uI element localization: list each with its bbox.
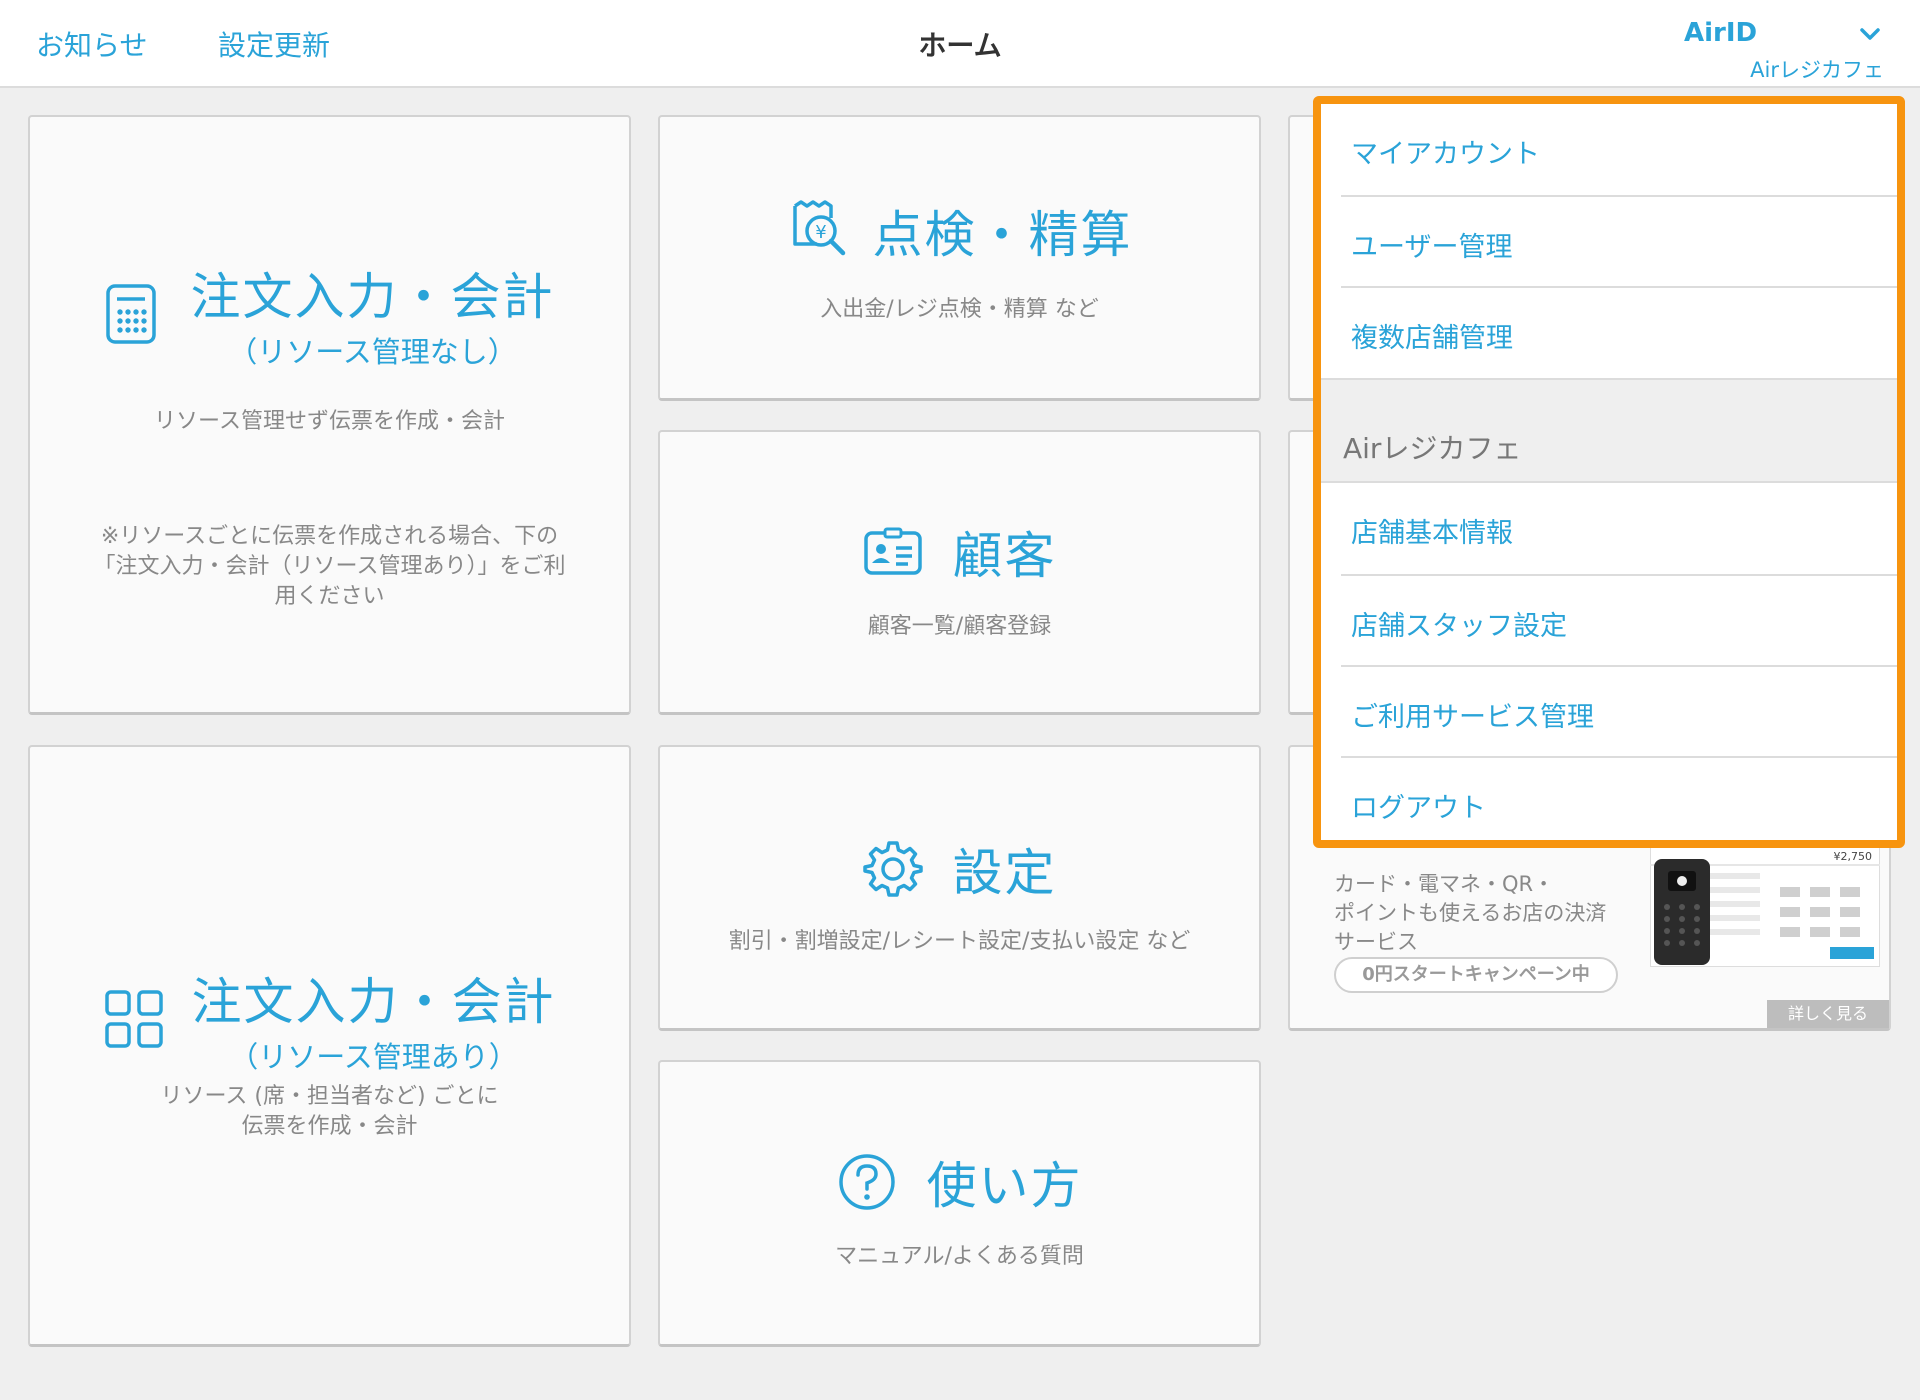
menu-item-label: 複数店舗管理	[1351, 323, 1513, 354]
menu-item-label: 店舗基本情報	[1351, 518, 1513, 549]
grid-icon	[104, 990, 163, 1048]
menu-item-label: ログアウト	[1351, 793, 1486, 824]
menu-item-label: ユーザー管理	[1351, 232, 1513, 263]
order-entry-no-resource-tile[interactable]: 注文入力・会計 （リソース管理なし） リソース管理せず伝票を作成・会計 ※リソー…	[28, 115, 631, 715]
how-to-use-tile[interactable]: 使い方 マニュアル/よくある質問	[658, 1060, 1261, 1347]
tile-description-line-2: 伝票を作成・会計	[241, 1114, 418, 1139]
airid-account-button[interactable]: AirID	[1684, 18, 1757, 48]
menu-divider	[1321, 378, 1897, 380]
menu-item-user-management[interactable]: ユーザー管理	[1321, 197, 1897, 288]
tile-description: リソース管理せず伝票を作成・会計	[154, 409, 505, 434]
menu-item-logout[interactable]: ログアウト	[1321, 758, 1897, 849]
calculator-icon	[105, 284, 156, 344]
campaign-badge[interactable]: 0円スタートキャンペーン中	[1334, 957, 1618, 993]
tile-description: 割引・割増設定/レシート設定/支払い設定 など	[728, 929, 1191, 954]
ad-price-label: ¥2,750	[1834, 850, 1873, 863]
menu-item-my-account[interactable]: マイアカウント	[1321, 104, 1897, 195]
tile-note-line-2: 「注文入力・会計（リソース管理あり）」をご利	[93, 554, 566, 579]
tile-note-line-1: ※リソースごとに伝票を作成される場合、下の	[100, 524, 559, 549]
receipt-search-icon: ¥	[792, 200, 845, 256]
gear-icon	[862, 841, 923, 897]
menu-item-label: ご利用サービス管理	[1351, 702, 1594, 733]
customer-card-icon	[863, 527, 922, 575]
menu-item-staff-settings[interactable]: 店舗スタッフ設定	[1321, 576, 1897, 667]
menu-item-label: 店舗スタッフ設定	[1351, 611, 1567, 642]
ad-more-button[interactable]: 詳しく見る	[1767, 1000, 1889, 1028]
menu-item-store-info[interactable]: 店舗基本情報	[1321, 483, 1897, 574]
tile-header: ¥ 点検・精算	[660, 195, 1259, 267]
card-reader-illustration	[1654, 859, 1710, 965]
svg-text:¥: ¥	[815, 222, 826, 243]
store-name: Airレジカフェ	[1750, 58, 1884, 82]
tile-header: 使い方	[660, 1146, 1259, 1218]
ad-line-2: ポイントも使えるお店の決済	[1334, 901, 1607, 925]
customer-tile[interactable]: 顧客 顧客一覧/顧客登録	[658, 430, 1261, 715]
tile-header: 注文入力・会計 （リソース管理あり）	[30, 962, 629, 1076]
menu-section-header: Airレジカフェ	[1321, 378, 1897, 483]
tile-note-line-3: 用ください	[274, 584, 385, 609]
account-dropdown-menu: マイアカウント ユーザー管理 複数店舗管理 Airレジカフェ 店舗基本情報 店舗…	[1313, 96, 1905, 848]
inspection-settlement-tile[interactable]: ¥ 点検・精算 入出金/レジ点検・精算 など	[658, 115, 1261, 401]
menu-item-multi-store-management[interactable]: 複数店舗管理	[1321, 288, 1897, 379]
tile-header: 設定	[660, 833, 1259, 905]
tile-title: 点検・精算	[872, 206, 1133, 264]
tile-title: 注文入力・会計	[190, 268, 555, 326]
ad-description: カード・電マネ・QR・ ポイントも使えるお店の決済 サービス	[1334, 870, 1634, 957]
ad-line-1: カード・電マネ・QR・	[1334, 872, 1555, 896]
tile-description: マニュアル/よくある質問	[835, 1244, 1084, 1269]
tile-subtitle: （リソース管理なし）	[228, 335, 517, 369]
tile-description: 顧客一覧/顧客登録	[867, 614, 1052, 639]
tile-description: 入出金/レジ点検・精算 など	[820, 297, 1099, 322]
tile-title: 顧客	[952, 527, 1057, 585]
settings-tile[interactable]: 設定 割引・割増設定/レシート設定/支払い設定 など	[658, 745, 1261, 1031]
order-entry-with-resource-tile[interactable]: 注文入力・会計 （リソース管理あり） リソース (席・担当者など) ごとに 伝票…	[28, 745, 631, 1347]
chevron-down-icon[interactable]	[1856, 22, 1884, 46]
tile-header: 注文入力・会計 （リソース管理なし）	[30, 257, 629, 371]
ad-line-3: サービス	[1334, 930, 1418, 954]
menu-item-service-management[interactable]: ご利用サービス管理	[1321, 667, 1897, 758]
menu-section-label: Airレジカフェ	[1343, 432, 1522, 465]
top-bar: お知らせ 設定更新 ホーム AirID Airレジカフェ	[0, 0, 1920, 88]
tile-subtitle: （リソース管理あり）	[229, 1040, 518, 1074]
tile-header: 顧客	[660, 516, 1259, 588]
tile-title: 使い方	[926, 1157, 1083, 1215]
tile-description-line-1: リソース (席・担当者など) ごとに	[160, 1084, 499, 1109]
help-icon	[838, 1154, 895, 1210]
tile-title: 設定	[952, 844, 1057, 902]
page-title: ホーム	[918, 29, 1002, 62]
menu-item-label: マイアカウント	[1351, 139, 1540, 170]
tile-title: 注文入力・会計	[191, 973, 556, 1031]
